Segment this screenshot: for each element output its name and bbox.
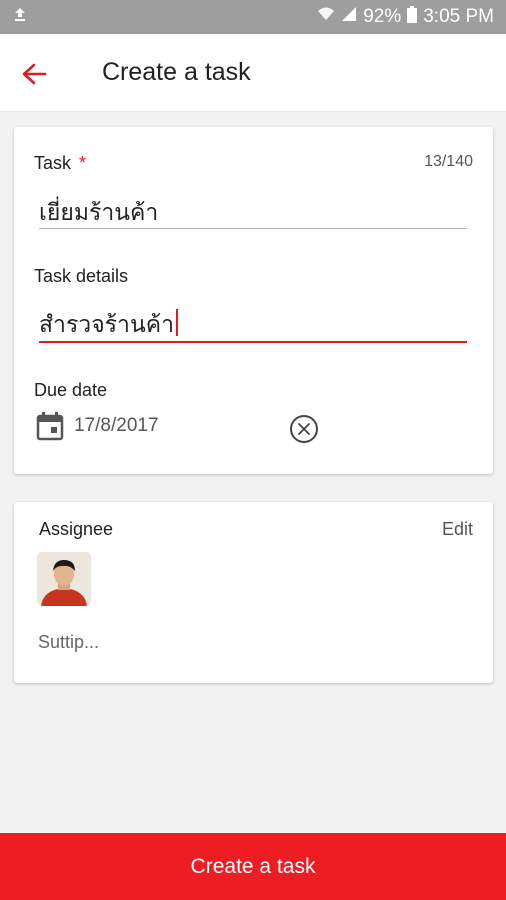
back-button[interactable] <box>20 60 48 88</box>
due-date-value: 17/8/2017 <box>74 415 159 436</box>
required-marker: * <box>79 153 87 173</box>
close-icon <box>298 423 310 435</box>
signal-icon <box>341 6 357 28</box>
create-task-button[interactable]: Create a task <box>0 833 506 900</box>
clock: 3:05 PM <box>423 6 494 27</box>
assignee-name: Suttip... <box>38 632 100 652</box>
task-label-text: Task <box>34 153 72 173</box>
task-label: Task * <box>34 153 86 174</box>
edit-assignee-button[interactable]: Edit <box>442 519 473 540</box>
character-counter: 13/140 <box>424 153 473 170</box>
task-input-underline <box>39 228 467 229</box>
due-date-label: Due date <box>34 380 108 400</box>
wifi-icon <box>317 6 335 28</box>
assignee-label: Assignee <box>39 519 114 539</box>
battery-percent: 92% <box>363 6 402 27</box>
task-details-label: Task details <box>34 266 129 286</box>
app-bar: Create a task <box>0 34 506 112</box>
status-bar: 92% 3:05 PM <box>0 0 506 34</box>
text-cursor <box>176 309 178 336</box>
page-title: Create a task <box>102 58 251 86</box>
task-card: Task * 13/140 เยี่ยมร้านค้า Task details … <box>14 127 493 474</box>
calendar-icon <box>36 412 64 441</box>
avatar[interactable] <box>37 552 91 606</box>
status-right: 92% 3:05 PM <box>317 5 494 29</box>
upload-icon <box>12 6 28 28</box>
task-details-input[interactable]: สำรวจร้านค้า <box>39 307 178 343</box>
task-details-underline <box>39 341 467 343</box>
task-details-text: สำรวจร้านค้า <box>39 311 174 337</box>
clear-date-button[interactable] <box>290 415 318 443</box>
task-input[interactable]: เยี่ยมร้านค้า <box>39 195 158 231</box>
assignee-card: Assignee Edit Suttip... <box>14 502 493 683</box>
due-date-picker[interactable]: 17/8/2017 <box>36 411 159 441</box>
battery-icon <box>407 5 418 29</box>
arrow-left-icon <box>22 63 47 85</box>
